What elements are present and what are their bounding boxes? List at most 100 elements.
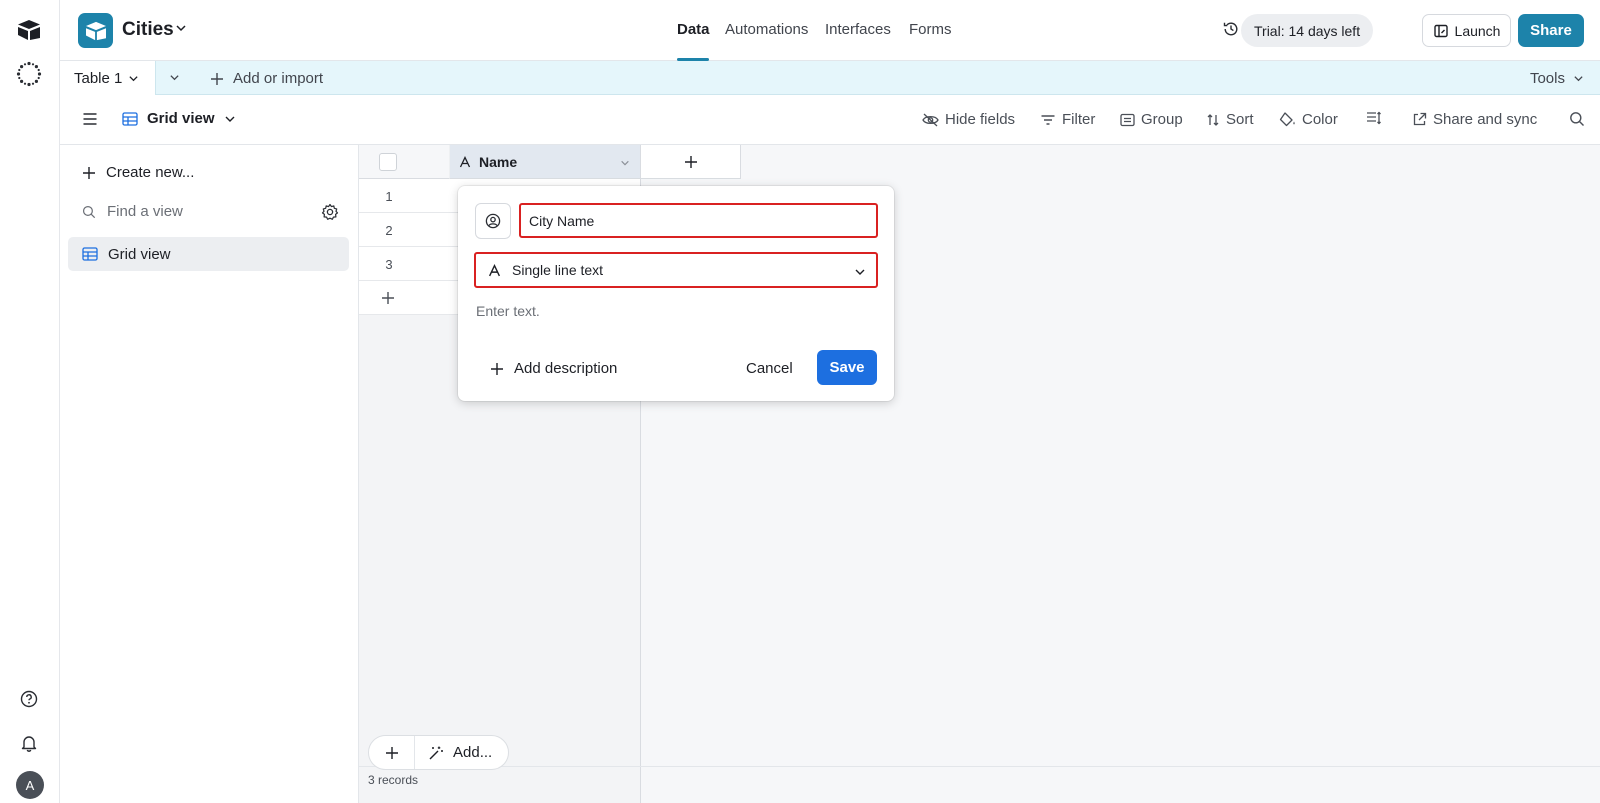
add-description-label: Add description — [514, 360, 618, 377]
table-tabs-bar: Table 1 Add or import Tools — [60, 61, 1600, 96]
add-or-import-button[interactable]: Add or import — [210, 70, 323, 87]
share-and-sync-button[interactable]: Share and sync — [1412, 111, 1537, 128]
row-number: 3 — [385, 257, 393, 272]
settings-gear-icon[interactable] — [321, 203, 339, 221]
table-tab-table-1[interactable]: Table 1 — [60, 61, 156, 96]
select-all-checkbox[interactable] — [379, 153, 397, 171]
views-sidebar: Create new... Find a view Grid view — [60, 145, 359, 803]
column-header-label: Name — [479, 153, 518, 170]
color-button[interactable]: Color — [1279, 111, 1338, 128]
add-or-import-label: Add or import — [233, 70, 324, 87]
save-button[interactable]: Save — [817, 350, 877, 385]
add-field-button[interactable] — [641, 145, 741, 179]
share-button[interactable]: Share — [1518, 14, 1584, 47]
magic-wand-icon — [429, 746, 443, 759]
search-icon[interactable] — [1569, 111, 1585, 127]
external-link-icon — [1413, 112, 1427, 126]
base-logo-icon[interactable] — [78, 13, 113, 48]
add-record-button[interactable] — [369, 736, 415, 769]
cancel-button[interactable]: Cancel — [746, 360, 793, 377]
app-rail: A — [0, 0, 60, 803]
add-description-button[interactable]: Add description — [490, 360, 617, 377]
group-button[interactable]: Group — [1120, 111, 1183, 128]
edit-field-dialog: Single line text Enter text. Add descrip… — [458, 186, 894, 401]
tools-menu-button[interactable]: Tools — [1530, 70, 1584, 87]
row-number: 1 — [385, 189, 393, 204]
field-type-select[interactable]: Single line text — [474, 252, 878, 288]
nav-tab-automations[interactable]: Automations — [725, 21, 808, 38]
table-tab-label: Table 1 — [74, 70, 123, 87]
color-label: Color — [1302, 111, 1338, 128]
plus-icon — [211, 72, 223, 85]
column-header-name[interactable]: Name — [450, 145, 641, 179]
help-icon[interactable] — [16, 686, 42, 712]
airtable-logo-icon[interactable] — [16, 17, 42, 43]
trial-badge[interactable]: Trial: 14 days left — [1241, 14, 1374, 47]
add-with-ai-button[interactable]: Add... — [428, 744, 492, 761]
group-icon — [1120, 113, 1135, 126]
sort-button[interactable]: Sort — [1206, 111, 1254, 128]
menu-hamburger-icon[interactable] — [82, 112, 98, 126]
filter-icon — [1041, 114, 1055, 125]
view-switcher[interactable]: Grid view — [122, 110, 236, 127]
plus-icon — [382, 292, 394, 304]
grid-view-icon — [82, 247, 98, 261]
chevron-down-icon — [855, 269, 865, 275]
filter-label: Filter — [1062, 111, 1096, 128]
omni-icon[interactable] — [16, 61, 42, 87]
sidebar-item-grid-view[interactable]: Grid view — [68, 237, 349, 271]
group-label: Group — [1141, 111, 1183, 128]
field-type-label: Single line text — [512, 262, 604, 278]
find-view-placeholder: Find a view — [107, 203, 183, 220]
launch-button[interactable]: Launch — [1422, 14, 1511, 47]
tools-label: Tools — [1529, 70, 1565, 87]
row-height-icon[interactable] — [1366, 111, 1382, 125]
chevron-down-icon[interactable] — [128, 73, 139, 84]
grid-view-icon — [122, 111, 138, 126]
view-toolbar: Grid view Hide fields Filter Group Sort … — [60, 95, 1600, 145]
history-icon[interactable] — [1222, 20, 1240, 38]
plus-icon — [684, 155, 697, 168]
row-number: 2 — [385, 223, 393, 238]
find-view-input[interactable]: Find a view — [82, 203, 183, 220]
nav-tab-forms[interactable]: Forms — [909, 21, 952, 38]
base-name[interactable]: Cities — [122, 19, 174, 41]
create-new-view-button[interactable]: Create new... — [82, 164, 194, 181]
hide-fields-button[interactable]: Hide fields — [922, 111, 1015, 128]
filter-button[interactable]: Filter — [1040, 111, 1095, 128]
top-bar: Cities Data Automations Interfaces Forms… — [60, 0, 1600, 61]
text-field-icon — [459, 155, 471, 167]
hide-fields-label: Hide fields — [945, 111, 1016, 128]
search-icon — [82, 205, 96, 218]
add-label: Add... — [453, 744, 493, 761]
sidebar-item-label: Grid view — [108, 245, 171, 263]
chevron-down-icon[interactable] — [175, 22, 187, 34]
launch-icon — [1433, 24, 1448, 37]
plus-icon — [83, 166, 95, 179]
share-and-sync-label: Share and sync — [1433, 111, 1538, 128]
select-all-header — [359, 145, 450, 179]
nav-tab-data[interactable]: Data — [677, 21, 710, 38]
plus-icon — [385, 746, 398, 759]
create-new-label: Create new... — [106, 164, 195, 181]
text-field-icon — [488, 263, 501, 276]
field-type-hint: Enter text. — [476, 303, 540, 319]
chevron-down-icon[interactable] — [620, 158, 630, 168]
field-agent-icon[interactable] — [475, 203, 511, 239]
nav-tab-interfaces[interactable]: Interfaces — [825, 21, 891, 38]
grid-footer — [359, 766, 1600, 803]
user-avatar[interactable]: A — [16, 771, 44, 799]
plus-icon — [491, 362, 503, 375]
eye-slash-icon — [922, 113, 939, 126]
add-record-pill: Add... — [368, 735, 509, 770]
paint-bucket-icon — [1279, 112, 1295, 127]
view-name: Grid view — [147, 110, 215, 127]
chevron-down-icon — [1574, 76, 1583, 82]
sort-label: Sort — [1226, 111, 1254, 128]
notifications-bell-icon[interactable] — [16, 730, 42, 756]
record-count: 3 records — [368, 773, 419, 787]
launch-label: Launch — [1454, 22, 1501, 39]
sort-icon — [1207, 113, 1219, 126]
all-tables-chevron-icon[interactable] — [169, 72, 180, 83]
field-name-input[interactable] — [519, 203, 878, 238]
